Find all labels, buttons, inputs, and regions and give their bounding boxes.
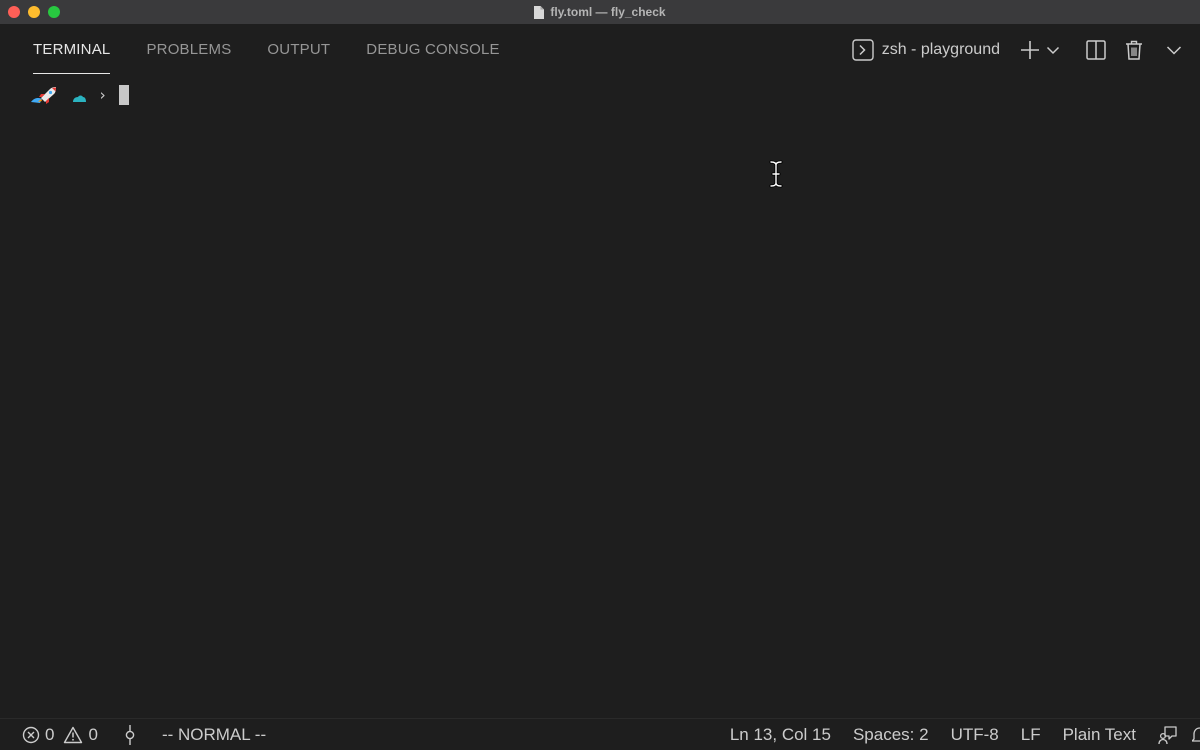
split-terminal-button[interactable]	[1082, 36, 1110, 64]
eol-selector[interactable]: LF	[1021, 725, 1041, 745]
panel-actions: zsh - playground	[852, 24, 1188, 76]
window-title-text: fly.toml — fly_check	[550, 5, 666, 19]
chevron-down-icon	[1046, 46, 1060, 55]
indentation-label: Spaces: 2	[852, 725, 929, 744]
error-icon	[22, 726, 40, 744]
vim-mode-indicator: -- NORMAL --	[162, 725, 266, 745]
window-controls	[8, 6, 60, 18]
warning-count: 0	[88, 725, 98, 744]
warning-icon	[64, 726, 83, 744]
tab-terminal[interactable]: TERMINAL	[33, 24, 111, 76]
bell-icon	[1192, 727, 1200, 742]
cloud-icon	[73, 95, 86, 102]
terminal-selector-label: zsh - playground	[881, 41, 1000, 58]
eol-label: LF	[1020, 725, 1041, 744]
tab-debug-console[interactable]: DEBUG CONSOLE	[366, 24, 499, 76]
panel-tabs: TERMINAL PROBLEMS OUTPUT DEBUG CONSOLE	[33, 24, 536, 76]
split-icon	[1086, 40, 1106, 60]
collapse-panel-button[interactable]	[1160, 36, 1188, 64]
cursor-position[interactable]: Ln 13, Col 15	[730, 725, 831, 745]
encoding-label: UTF-8	[950, 725, 999, 744]
terminal-body[interactable]: ›	[0, 76, 1200, 716]
window-title: fly.toml — fly_check	[534, 5, 666, 19]
encoding-selector[interactable]: UTF-8	[951, 725, 999, 745]
launch-profile-button[interactable]	[1044, 36, 1062, 64]
problems-indicator[interactable]: 0 0	[22, 725, 98, 745]
title-bar: fly.toml — fly_check	[0, 0, 1200, 24]
trash-icon	[1126, 40, 1142, 60]
git-commit-icon	[125, 725, 135, 745]
status-bar-left: 0 0 -- NORMAL --	[22, 719, 266, 750]
kill-terminal-button[interactable]	[1120, 36, 1148, 64]
prompt-symbol: ›	[98, 86, 108, 104]
tab-problems[interactable]: PROBLEMS	[146, 24, 231, 76]
file-icon	[534, 5, 545, 19]
source-control-indicator[interactable]	[124, 724, 136, 746]
feedback-icon	[1158, 726, 1177, 745]
terminal-icon	[852, 39, 874, 61]
tab-output[interactable]: OUTPUT	[267, 24, 330, 76]
status-bar: 0 0 -- NORMAL -- Ln 13, Col 15 Spaces: 2…	[0, 718, 1200, 750]
notifications-button[interactable]	[1192, 725, 1200, 745]
minimize-window-button[interactable]	[28, 6, 40, 18]
terminal-cursor	[119, 85, 130, 105]
feedback-button[interactable]	[1158, 725, 1178, 745]
text-cursor-icon	[769, 160, 783, 188]
maximize-window-button[interactable]	[48, 6, 60, 18]
plus-icon	[1021, 41, 1039, 59]
chevron-down-icon	[1166, 46, 1182, 55]
terminal-prompt: ›	[30, 85, 130, 105]
language-mode-selector[interactable]: Plain Text	[1063, 725, 1136, 745]
cursor-position-label: Ln 13, Col 15	[729, 725, 831, 744]
rocket-icon	[31, 87, 56, 104]
indentation-selector[interactable]: Spaces: 2	[853, 725, 929, 745]
terminal-selector[interactable]: zsh - playground	[852, 39, 1000, 61]
error-count: 0	[45, 725, 55, 744]
status-bar-right: Ln 13, Col 15 Spaces: 2 UTF-8 LF Plain T…	[730, 719, 1200, 750]
new-terminal-button[interactable]	[1016, 36, 1044, 64]
panel-header: TERMINAL PROBLEMS OUTPUT DEBUG CONSOLE z…	[0, 24, 1200, 76]
language-mode-label: Plain Text	[1062, 725, 1136, 744]
vim-mode-label: -- NORMAL --	[161, 725, 267, 744]
vscode-window: fly.toml — fly_check TERMINAL PROBLEMS O…	[0, 0, 1200, 750]
close-window-button[interactable]	[8, 6, 20, 18]
